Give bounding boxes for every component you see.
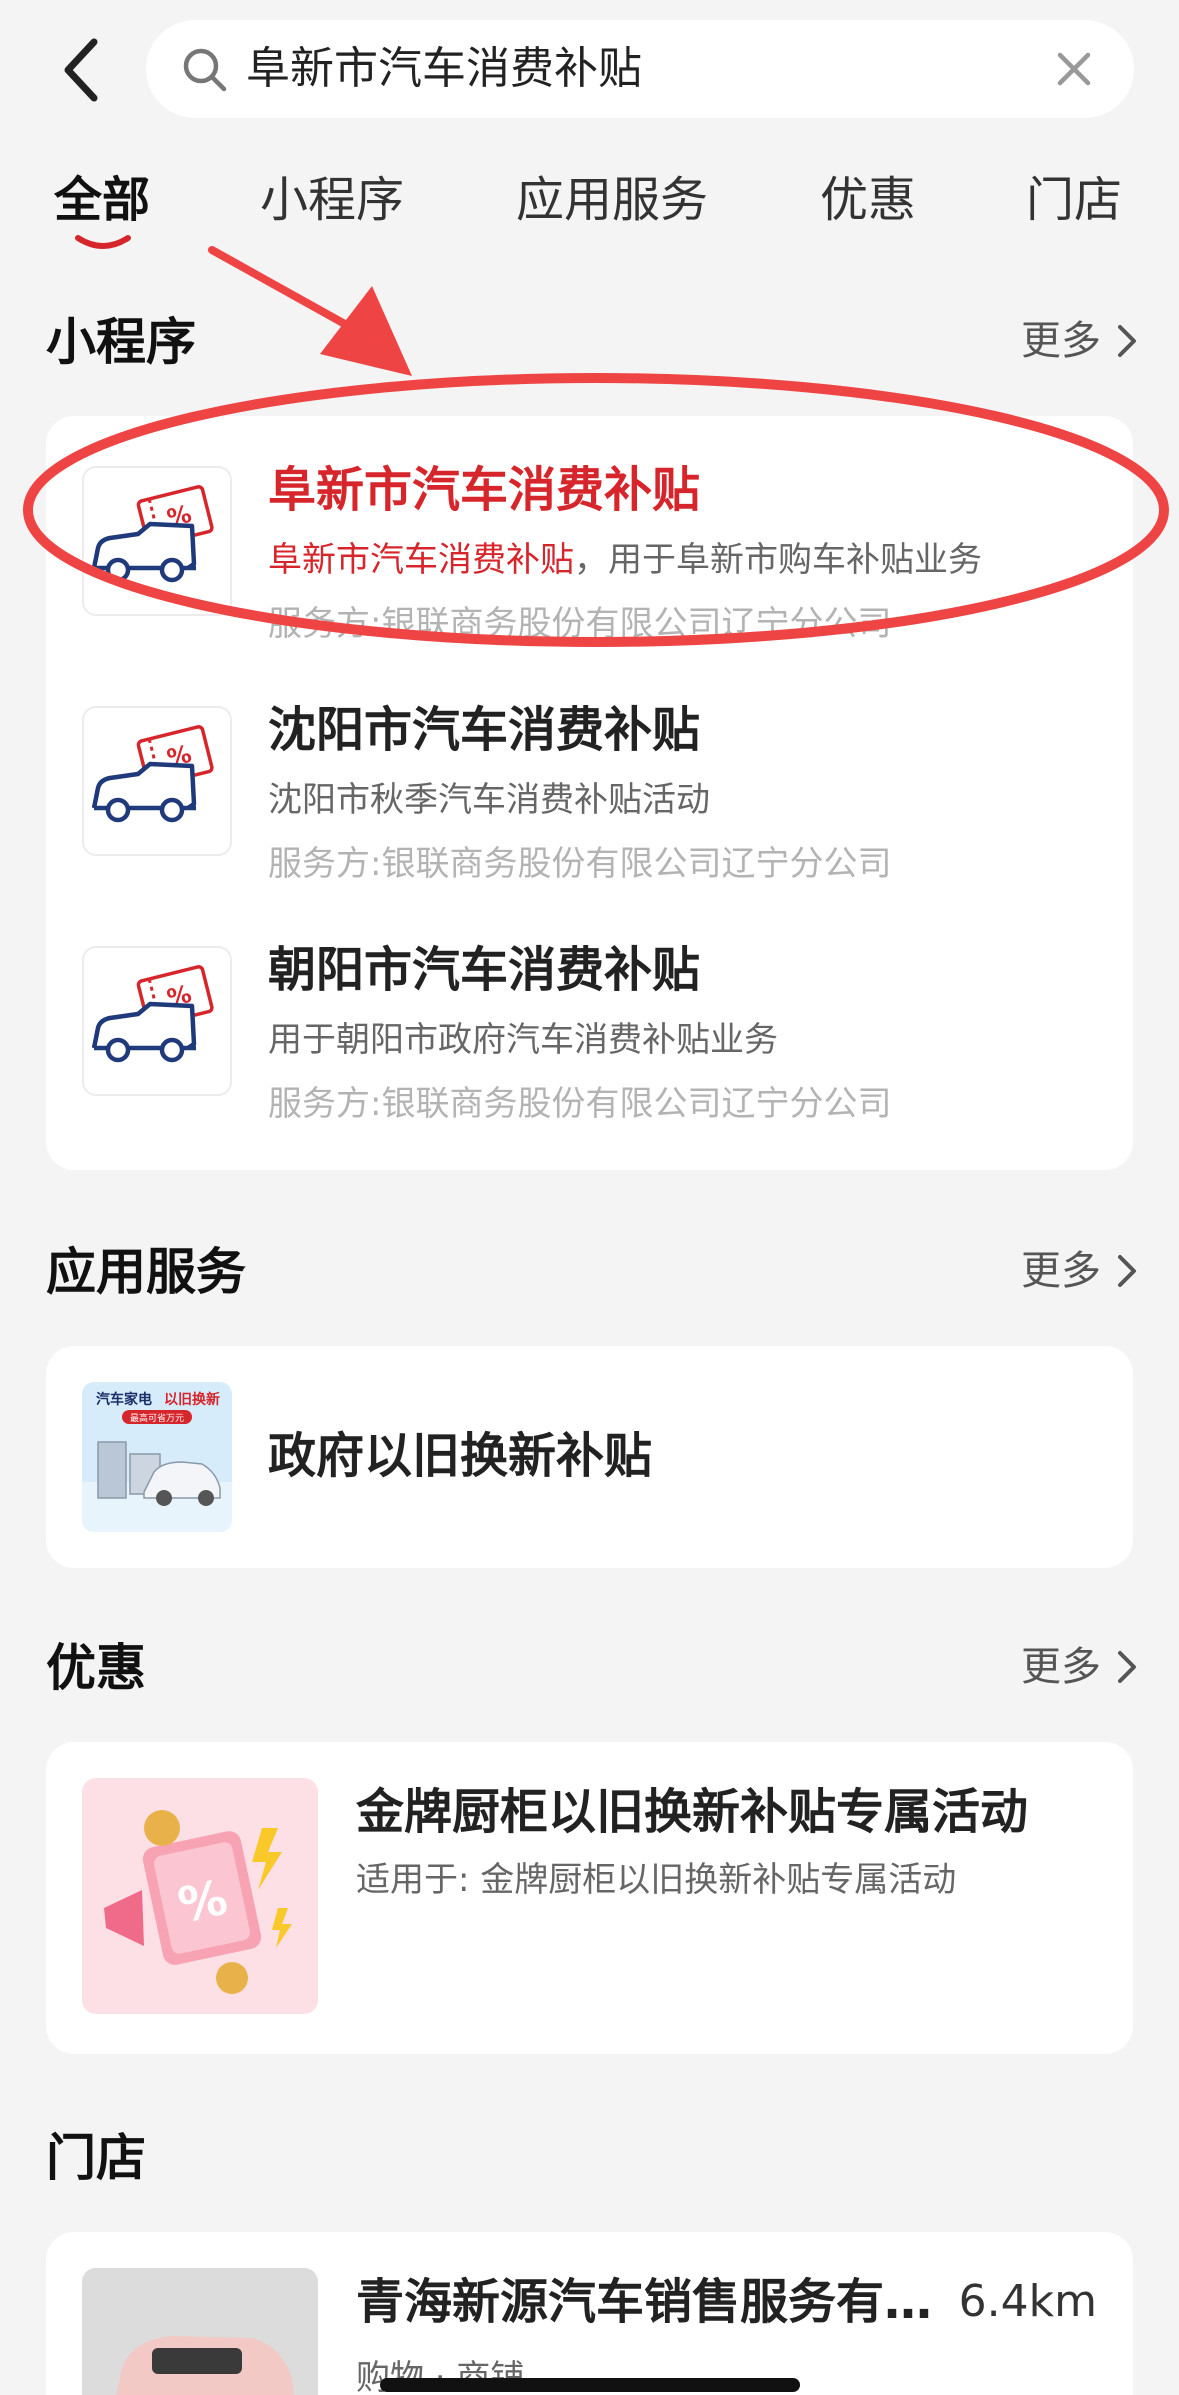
store-title: 青海新源汽车销售服务有… — [356, 2274, 933, 2330]
mini-program-provider: 服务方:银联商务股份有限公司辽宁分公司 — [268, 844, 892, 884]
list-item-mini-program[interactable]: % 阜新市汽车消费补贴 阜新市汽车消费补贴，用于阜新市购车补贴业务 服务方:银联… — [46, 430, 1133, 670]
store-distance: 6.4km — [958, 2276, 1097, 2327]
more-deals-link[interactable]: 更多 — [1021, 1642, 1139, 1692]
deal-title: 金牌厨柜以旧换新补贴专属活动 — [356, 1784, 1029, 1840]
more-app-services-link[interactable]: 更多 — [1021, 1246, 1139, 1296]
home-indicator — [380, 2378, 800, 2392]
list-item-store[interactable]: 青海新源汽车销售服务有… 6.4km 购物 · 商铺 — [46, 2232, 1133, 2395]
deals-card: % 金牌厨柜以旧换新补贴专属活动 适用于: 金牌厨柜以旧换新补贴专属活动 — [46, 1742, 1133, 2054]
more-label: 更多 — [1021, 1644, 1101, 1690]
chevron-right-icon — [1118, 1651, 1136, 1683]
chevron-right-icon — [1118, 1255, 1136, 1287]
app-services-card: 汽车家电 以旧换新 最高可省万元 政府以旧换新补贴 — [46, 1346, 1133, 1568]
tab-active-indicator — [75, 235, 131, 249]
mini-program-title: 朝阳市汽车消费补贴 — [268, 942, 701, 998]
more-label: 更多 — [1021, 318, 1101, 364]
more-mini-programs-link[interactable]: 更多 — [1021, 316, 1139, 366]
pointer-arrow-head — [320, 286, 412, 376]
search-bar[interactable]: 阜新市汽车消费补贴 — [146, 20, 1134, 118]
desc-highlight: 阜新市汽车消费补贴 — [268, 540, 574, 580]
car-coupon-icon: % — [82, 466, 232, 616]
category-tabs: 全部 小程序 应用服务 优惠 门店 — [0, 160, 1179, 260]
list-item-deal[interactable]: % 金牌厨柜以旧换新补贴专属活动 适用于: 金牌厨柜以旧换新补贴专属活动 — [46, 1742, 1133, 2054]
search-input[interactable]: 阜新市汽车消费补贴 — [246, 42, 642, 96]
section-title-stores: 门店 — [46, 2129, 146, 2187]
banner-text-3: 最高可省万元 — [130, 1412, 184, 1424]
banner-text-1: 汽车家电 — [96, 1391, 152, 1408]
car-coupon-icon: % — [82, 706, 232, 856]
search-icon — [183, 48, 227, 92]
mini-program-desc: 沈阳市秋季汽车消费补贴活动 — [268, 780, 710, 820]
list-item-app-service[interactable]: 汽车家电 以旧换新 最高可省万元 政府以旧换新补贴 — [46, 1346, 1133, 1568]
mini-program-desc: 阜新市汽车消费补贴，用于阜新市购车补贴业务 — [268, 538, 982, 582]
list-item-mini-program[interactable]: % 朝阳市汽车消费补贴 用于朝阳市政府汽车消费补贴业务 服务方:银联商务股份有限… — [46, 910, 1133, 1150]
trade-in-banner-image: 汽车家电 以旧换新 最高可省万元 — [82, 1382, 232, 1532]
stores-card: 青海新源汽车销售服务有… 6.4km 购物 · 商铺 — [46, 2232, 1133, 2395]
tab-deals[interactable]: 优惠 — [820, 170, 916, 230]
car-coupon-icon: % — [82, 946, 232, 1096]
chevron-left-icon — [64, 38, 98, 102]
tab-all[interactable]: 全部 — [54, 170, 150, 230]
clear-icon[interactable] — [1052, 47, 1096, 91]
mini-program-desc: 用于朝阳市政府汽车消费补贴业务 — [268, 1020, 778, 1060]
discount-coupon-image: % — [82, 1778, 318, 2014]
mini-program-provider: 服务方:银联商务股份有限公司辽宁分公司 — [268, 604, 892, 644]
list-item-mini-program[interactable]: % 沈阳市汽车消费补贴 沈阳市秋季汽车消费补贴活动 服务方:银联商务股份有限公司… — [46, 670, 1133, 910]
top-bar: 阜新市汽车消费补贴 — [0, 0, 1179, 140]
deal-desc: 适用于: 金牌厨柜以旧换新补贴专属活动 — [356, 1860, 957, 1900]
mini-programs-card: % 阜新市汽车消费补贴 阜新市汽车消费补贴，用于阜新市购车补贴业务 服务方:银联… — [46, 416, 1133, 1170]
section-title-deals: 优惠 — [46, 1639, 146, 1697]
chevron-right-icon — [1118, 325, 1136, 357]
section-title-app-services: 应用服务 — [46, 1243, 246, 1301]
tab-mini-programs[interactable]: 小程序 — [260, 170, 404, 230]
section-title-mini-programs: 小程序 — [46, 313, 196, 371]
tab-app-services[interactable]: 应用服务 — [516, 170, 708, 230]
pointer-arrow-shaft — [208, 246, 374, 342]
banner-text-2: 以旧换新 — [164, 1391, 220, 1408]
store-car-image — [82, 2268, 318, 2395]
tab-stores[interactable]: 门店 — [1026, 170, 1122, 230]
more-label: 更多 — [1021, 1248, 1101, 1294]
mini-program-provider: 服务方:银联商务股份有限公司辽宁分公司 — [268, 1084, 892, 1124]
mini-program-title: 沈阳市汽车消费补贴 — [268, 702, 701, 758]
app-service-title: 政府以旧换新补贴 — [268, 1428, 653, 1484]
mini-program-title: 阜新市汽车消费补贴 — [268, 462, 701, 518]
desc-rest: ，用于阜新市购车补贴业务 — [574, 540, 982, 580]
back-button[interactable] — [54, 30, 114, 110]
